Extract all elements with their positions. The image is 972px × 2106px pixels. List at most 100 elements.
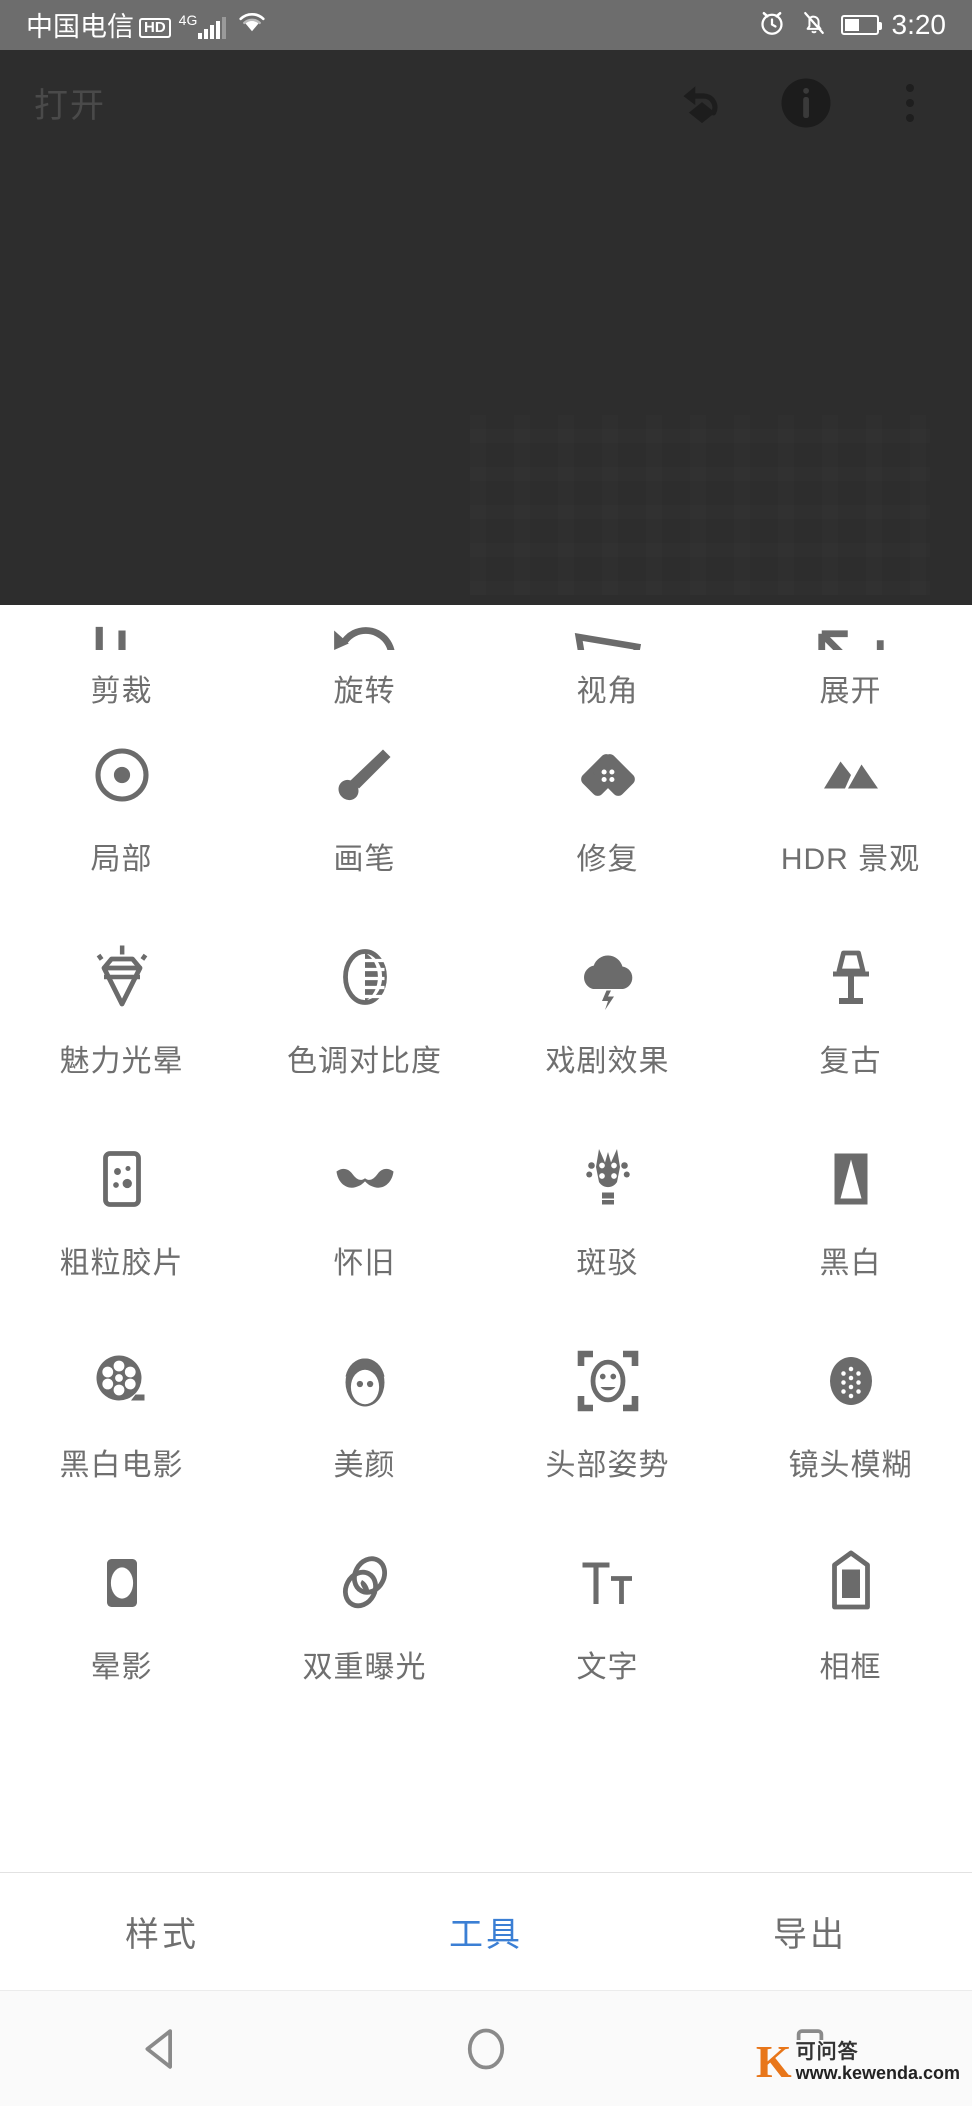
noir-film-reel-icon bbox=[83, 1342, 161, 1420]
open-label[interactable]: 打开 bbox=[34, 78, 674, 127]
tool-item-head-pose[interactable]: 头部姿势 bbox=[486, 1316, 729, 1518]
lens-blur-icon bbox=[812, 1342, 890, 1420]
clock-label: 3:20 bbox=[891, 9, 947, 40]
retrolux-mustache-icon bbox=[326, 1140, 404, 1218]
overflow-menu-icon[interactable] bbox=[882, 75, 938, 131]
tool-item-brush[interactable]: 画笔 bbox=[243, 710, 486, 912]
tool-item-grunge[interactable]: 斑驳 bbox=[486, 1114, 729, 1316]
app-bar: 打开 bbox=[0, 50, 972, 155]
grunge-icon bbox=[569, 1140, 647, 1218]
tool-item-expand[interactable]: 展开 bbox=[729, 624, 972, 710]
tool-item-vintage[interactable]: 复古 bbox=[729, 912, 972, 1114]
tool-label: 修复 bbox=[576, 843, 639, 876]
tool-item-glamour-glow[interactable]: 魅力光晕 bbox=[0, 912, 243, 1114]
tool-item-tonal-contrast[interactable]: 色调对比度 bbox=[243, 912, 486, 1114]
expand-icon bbox=[812, 624, 890, 650]
image-preview-canvas[interactable] bbox=[0, 155, 972, 605]
tool-grid: 剪裁 旋转 视角 展开 局部 画笔 修复 HDR 景观 魅力光晕 色调对比度 戏… bbox=[0, 605, 972, 1872]
rotate-icon bbox=[326, 624, 404, 650]
tool-item-text[interactable]: 文字 bbox=[486, 1518, 729, 1720]
frame-icon bbox=[812, 1544, 890, 1622]
tool-label: 文字 bbox=[576, 1651, 639, 1684]
tool-item-grainy-film[interactable]: 粗粒胶片 bbox=[0, 1114, 243, 1316]
vignette-icon bbox=[83, 1544, 161, 1622]
hdr-mountain-icon bbox=[812, 736, 890, 814]
healing-patch-icon bbox=[569, 736, 647, 814]
tool-label: HDR 景观 bbox=[780, 843, 921, 876]
face-enhance-icon bbox=[326, 1342, 404, 1420]
info-icon[interactable] bbox=[778, 75, 834, 131]
tool-label: 魅力光晕 bbox=[59, 1045, 184, 1078]
tool-item-double-exposure[interactable]: 双重曝光 bbox=[243, 1518, 486, 1720]
text-icon bbox=[569, 1544, 647, 1622]
tool-label: 镜头模糊 bbox=[788, 1449, 913, 1482]
tool-label: 旋转 bbox=[333, 675, 396, 708]
black-white-icon bbox=[812, 1140, 890, 1218]
tool-item-noir[interactable]: 黑白电影 bbox=[0, 1316, 243, 1518]
tool-label: 色调对比度 bbox=[287, 1045, 442, 1078]
brush-icon bbox=[326, 736, 404, 814]
tonal-contrast-icon bbox=[326, 938, 404, 1016]
undo-stack-icon[interactable] bbox=[674, 75, 730, 131]
watermark-name: 可问答 bbox=[795, 2041, 859, 2063]
tool-item-healing[interactable]: 修复 bbox=[486, 710, 729, 912]
app-bar-actions bbox=[674, 75, 938, 131]
tool-item-crop[interactable]: 剪裁 bbox=[0, 624, 243, 710]
signal-bar-group bbox=[198, 16, 227, 39]
tool-label: 美颜 bbox=[333, 1449, 396, 1482]
tool-item-retrolux[interactable]: 怀旧 bbox=[243, 1114, 486, 1316]
tool-item-drama[interactable]: 戏剧效果 bbox=[486, 912, 729, 1114]
home-circle-icon[interactable] bbox=[324, 2023, 648, 2075]
tool-item-perspective[interactable]: 视角 bbox=[486, 624, 729, 710]
tool-item-hdr[interactable]: HDR 景观 bbox=[729, 710, 972, 912]
tool-item-selective[interactable]: 局部 bbox=[0, 710, 243, 912]
tool-label: 戏剧效果 bbox=[545, 1045, 670, 1078]
tool-row: 粗粒胶片 怀旧 斑驳 黑白 bbox=[0, 1114, 972, 1316]
signal-bars-icon: 4G bbox=[179, 13, 227, 39]
tool-label: 黑白电影 bbox=[59, 1449, 184, 1482]
alarm-clock-icon bbox=[757, 8, 787, 43]
status-bar: 中国电信 HD 4G 3:20 bbox=[0, 0, 972, 50]
back-triangle-icon[interactable] bbox=[0, 2023, 324, 2075]
grainy-film-icon bbox=[83, 1140, 161, 1218]
double-exposure-icon bbox=[326, 1544, 404, 1622]
tool-item-lens-blur[interactable]: 镜头模糊 bbox=[729, 1316, 972, 1518]
network-label: 4G bbox=[178, 11, 198, 28]
tool-label: 晕影 bbox=[90, 1651, 153, 1684]
status-bar-right: 3:20 bbox=[757, 8, 947, 43]
tool-row: 剪裁 旋转 视角 展开 bbox=[0, 605, 972, 710]
carrier-label: 中国电信 bbox=[26, 11, 134, 42]
vintage-lamp-icon bbox=[812, 938, 890, 1016]
overflow-dots bbox=[906, 83, 914, 122]
watermark-logo: K bbox=[755, 2036, 792, 2087]
tool-item-vignette[interactable]: 晕影 bbox=[0, 1518, 243, 1720]
tool-label: 双重曝光 bbox=[302, 1651, 427, 1684]
status-bar-left: 中国电信 HD 4G bbox=[26, 9, 757, 42]
perspective-icon bbox=[569, 624, 647, 650]
glamour-glow-diamond-icon bbox=[83, 938, 161, 1016]
hd-badge: HD bbox=[139, 17, 171, 38]
tool-label: 斑驳 bbox=[576, 1247, 639, 1280]
tool-label: 粗粒胶片 bbox=[59, 1247, 184, 1280]
tool-row: 局部 画笔 修复 HDR 景观 bbox=[0, 710, 972, 912]
tab-export[interactable]: 导出 bbox=[648, 1907, 972, 1956]
tool-label: 画笔 bbox=[333, 843, 396, 876]
tool-label: 视角 bbox=[576, 675, 639, 708]
tab-styles[interactable]: 样式 bbox=[0, 1907, 324, 1956]
tool-label: 黑白 bbox=[819, 1247, 882, 1280]
tool-item-frame[interactable]: 相框 bbox=[729, 1518, 972, 1720]
tool-label: 复古 bbox=[819, 1045, 882, 1078]
tool-item-black-white[interactable]: 黑白 bbox=[729, 1114, 972, 1316]
crop-icon bbox=[83, 624, 161, 650]
tool-label: 局部 bbox=[90, 843, 153, 876]
tool-label: 剪裁 bbox=[90, 675, 153, 708]
tool-label: 展开 bbox=[819, 675, 882, 708]
tool-row: 黑白电影 美颜 头部姿势 镜头模糊 bbox=[0, 1316, 972, 1518]
watermark-url: www.kewenda.com bbox=[795, 2063, 960, 2083]
tool-label: 怀旧 bbox=[333, 1247, 396, 1280]
tool-item-rotate[interactable]: 旋转 bbox=[243, 624, 486, 710]
tool-label: 头部姿势 bbox=[545, 1449, 670, 1482]
tab-tools[interactable]: 工具 bbox=[324, 1907, 648, 1956]
tool-label: 相框 bbox=[819, 1651, 882, 1684]
tool-item-face-enhance[interactable]: 美颜 bbox=[243, 1316, 486, 1518]
